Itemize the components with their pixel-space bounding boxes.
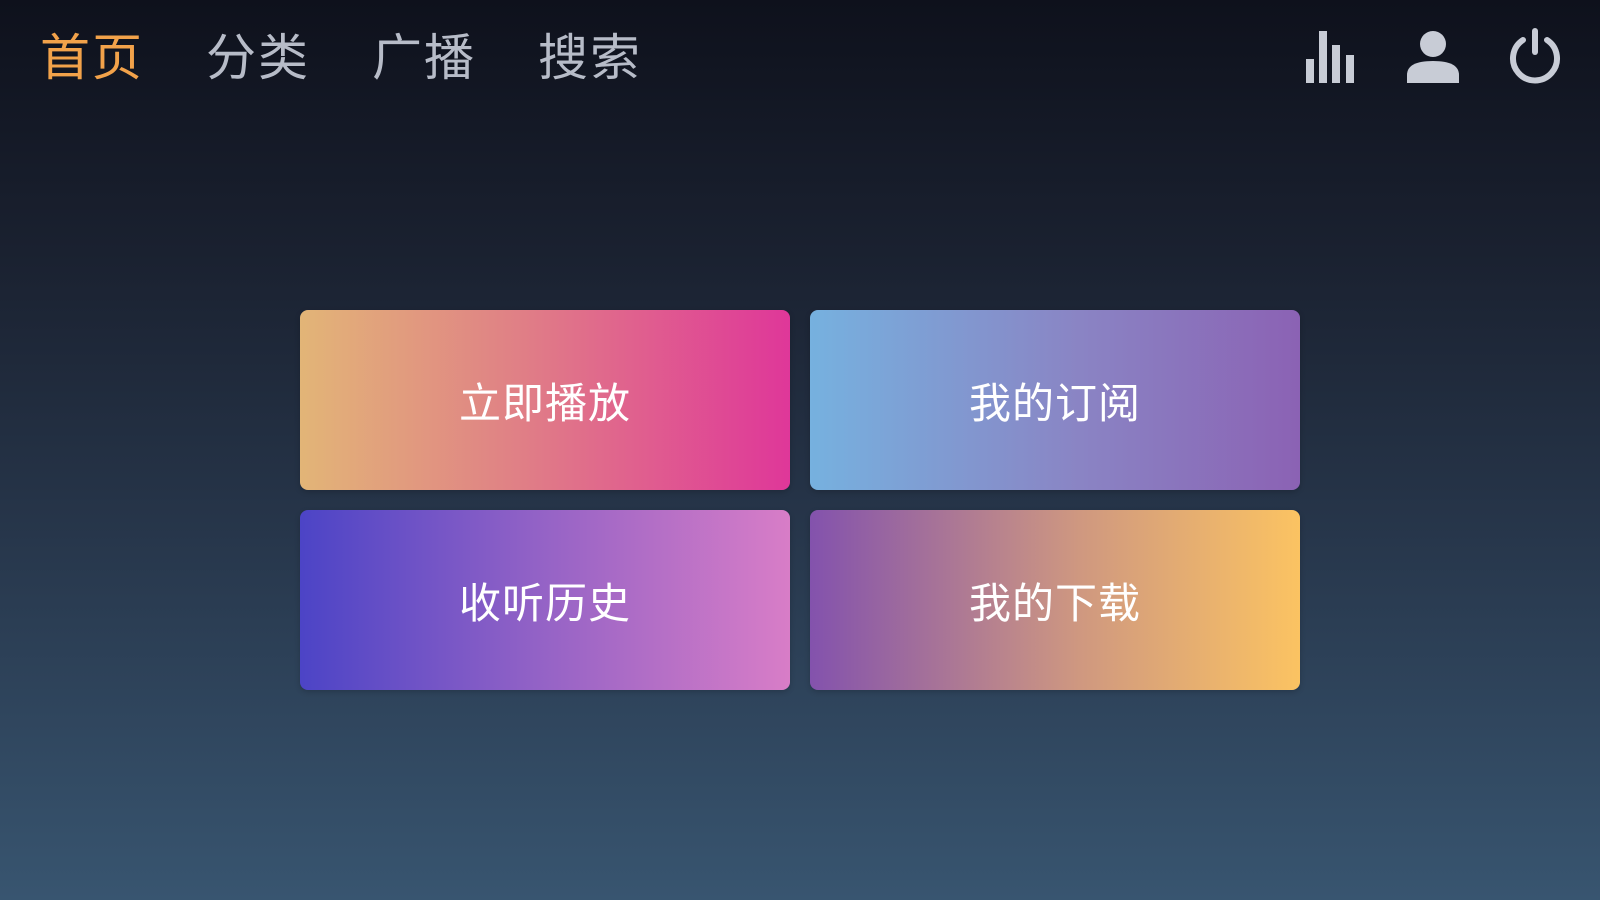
equalizer-button[interactable] [1302,28,1360,86]
listening-history-label: 收听历史 [458,578,631,628]
user-icon [1407,31,1459,83]
play-now-card[interactable]: 立即播放 [300,310,790,490]
home-shortcut-grid: 立即播放 我的订阅 收听历史 我的下载 [300,310,1300,690]
tab-broadcast[interactable]: 广播 [372,26,476,90]
my-downloads-label: 我的下载 [968,578,1141,628]
top-right-actions [1302,28,1564,86]
play-now-label: 立即播放 [458,378,631,428]
my-subscriptions-card[interactable]: 我的订阅 [810,310,1300,490]
listening-history-card[interactable]: 收听历史 [300,510,790,690]
main-tabs: 首页 分类 广播 搜索 [40,26,642,90]
top-navigation-bar: 首页 分类 广播 搜索 [0,0,1600,120]
my-downloads-card[interactable]: 我的下载 [810,510,1300,690]
power-button[interactable] [1506,28,1564,86]
tab-search[interactable]: 搜索 [538,26,642,90]
power-icon [1510,28,1560,84]
user-profile-button[interactable] [1404,28,1462,86]
tab-home[interactable]: 首页 [40,26,144,90]
tab-categories[interactable]: 分类 [206,26,310,90]
my-subscriptions-label: 我的订阅 [968,378,1141,428]
equalizer-icon [1306,31,1354,83]
